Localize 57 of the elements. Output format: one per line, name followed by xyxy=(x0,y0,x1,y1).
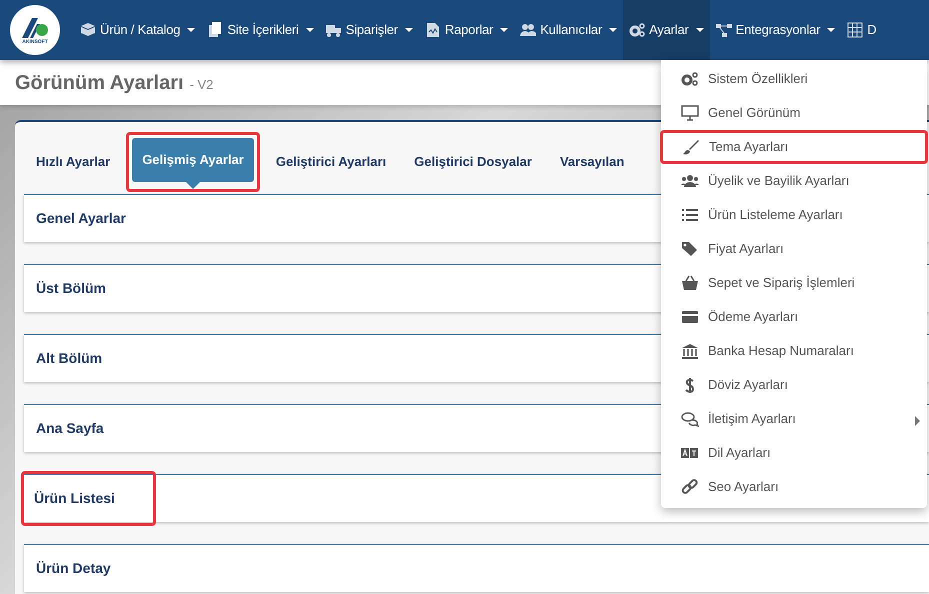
bank-icon xyxy=(681,343,699,359)
credit-card-icon xyxy=(681,309,699,325)
tab[interactable]: Geliştirici Dosyalar xyxy=(402,144,544,180)
dropdown-item[interactable]: İletişim Ayarları xyxy=(660,402,928,436)
logo-mark-icon xyxy=(20,16,50,40)
caret-icon xyxy=(609,28,618,32)
monitor-icon xyxy=(681,105,699,121)
panel-title: Ürün Detay xyxy=(35,559,112,578)
list-icon xyxy=(681,207,699,223)
nav-menu-item[interactable]: Raporlar xyxy=(418,0,514,60)
chart-document-icon xyxy=(424,22,441,38)
users-icon xyxy=(681,173,699,189)
panel-title: Üst Bölüm xyxy=(35,279,107,298)
grid-icon xyxy=(847,22,864,38)
page-title: Görünüm Ayarları xyxy=(15,70,184,96)
language-icon xyxy=(681,445,699,461)
panel-title: Ana Sayfa xyxy=(35,419,105,438)
network-icon xyxy=(716,22,732,38)
submenu-caret-icon xyxy=(915,416,920,426)
link-icon xyxy=(681,479,699,495)
nav-menu-item[interactable]: Entegrasyonlar xyxy=(710,0,842,60)
caret-icon xyxy=(827,28,836,32)
tags-icon xyxy=(681,241,699,257)
panel-title: Alt Bölüm xyxy=(35,349,104,368)
nav-menu-item[interactable]: D xyxy=(841,0,882,60)
gears-icon xyxy=(629,22,646,38)
document-icon xyxy=(207,22,224,38)
brush-icon xyxy=(682,139,700,155)
panel-title: Ürün Listesi xyxy=(21,471,156,526)
nav-menu-item[interactable]: Kullanıcılar xyxy=(514,0,624,60)
tab[interactable]: Geliştirici Ayarları xyxy=(264,144,398,180)
basket-icon xyxy=(681,275,699,291)
dropdown-item[interactable]: Tema Ayarları xyxy=(660,130,928,164)
dropdown-item[interactable]: Sepet ve Sipariş İşlemleri xyxy=(660,266,928,300)
settings-panel[interactable]: Ürün Detay xyxy=(24,544,929,592)
tab[interactable]: Hızlı Ayarlar xyxy=(24,144,122,180)
caret-icon xyxy=(696,28,704,32)
page-subtitle: - V2 xyxy=(190,76,214,94)
truck-icon xyxy=(326,22,342,38)
dropdown-item[interactable]: Sistem Özellikleri xyxy=(660,62,928,96)
nav-menu-item[interactable]: Ürün / Katalog xyxy=(74,0,202,60)
caret-icon xyxy=(404,28,413,32)
nav-menu-item[interactable]: Site İçerikleri xyxy=(201,0,320,60)
panel-title: Genel Ayarlar xyxy=(35,209,128,228)
nav-menu-item[interactable]: Siparişler xyxy=(320,0,419,60)
dropdown-item[interactable]: Banka Hesap Numaraları xyxy=(660,334,928,368)
box-icon xyxy=(80,22,96,38)
gears-icon xyxy=(681,71,699,87)
dropdown-item[interactable]: Ürün Listeleme Ayarları xyxy=(660,198,928,232)
users-icon xyxy=(520,22,536,38)
dropdown-item[interactable]: Genel Görünüm xyxy=(660,96,928,130)
nav-menu-item[interactable]: Ayarlar xyxy=(623,0,710,60)
caret-icon xyxy=(306,28,314,32)
caret-icon xyxy=(500,28,508,32)
tab[interactable]: Varsayılan xyxy=(548,144,636,180)
caret-icon xyxy=(187,28,196,32)
chat-bubbles-icon xyxy=(681,411,699,427)
